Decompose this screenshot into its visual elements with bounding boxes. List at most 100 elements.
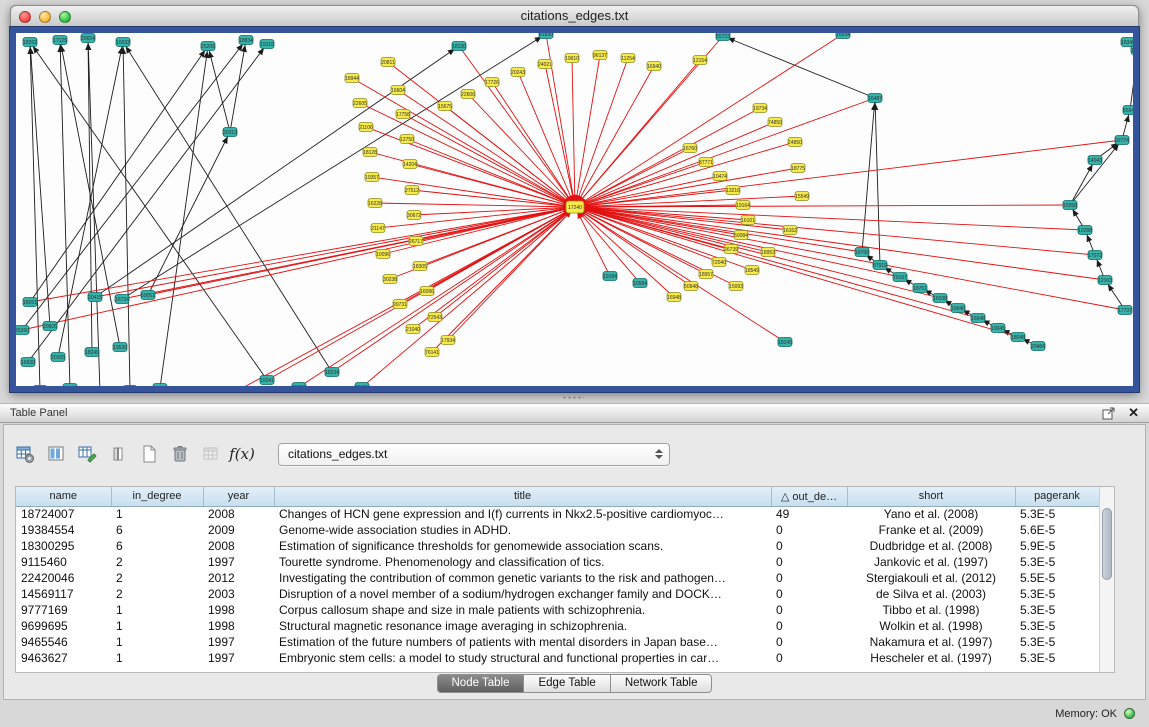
table-cell[interactable]: 19384554 [16,522,111,538]
table-cell[interactable]: 49 [771,506,847,522]
table-cell[interactable]: 5.3E-5 [1015,618,1099,634]
table-cell[interactable]: 2008 [203,506,274,522]
table-scrollbar[interactable] [1099,487,1114,672]
table-cell[interactable]: 0 [771,602,847,618]
table-cell[interactable]: 5.3E-5 [1015,650,1099,666]
table-cell[interactable]: 5.3E-5 [1015,554,1099,570]
table-cell[interactable]: 14569117 [16,586,111,602]
table-cell[interactable]: Dudbridge et al. (2008) [847,538,1015,554]
column-header-indegree[interactable]: in_degree [111,487,203,506]
show-columns-icon[interactable] [45,443,67,465]
table-cell[interactable]: 0 [771,554,847,570]
table-cell[interactable]: 6 [111,522,203,538]
column-header-short[interactable]: short [847,487,1015,506]
table-cell[interactable]: 0 [771,586,847,602]
show-rows-icon[interactable] [107,443,129,465]
table-cell[interactable]: 5.3E-5 [1015,634,1099,650]
table-cell[interactable]: Investigating the contribution of common… [274,570,771,586]
column-header-pagerank[interactable]: pagerank [1015,487,1099,506]
create-table-icon[interactable] [138,443,160,465]
table-source-select[interactable]: citations_edges.txt [278,443,670,466]
table-row[interactable]: 911546021997Tourette syndrome. Phenomeno… [16,554,1099,570]
table-cell[interactable]: Hescheler et al. (1997) [847,650,1015,666]
table-cell[interactable]: 5.9E-5 [1015,538,1099,554]
table-cell[interactable]: Disruption of a novel member of a sodium… [274,586,771,602]
table-cell[interactable]: 0 [771,618,847,634]
table-cell[interactable]: Estimation of the future numbers of pati… [274,634,771,650]
table-scrollbar-thumb[interactable] [1102,508,1112,580]
table-cell[interactable]: 9777169 [16,602,111,618]
table-cell[interactable]: Nakamura et al. (1997) [847,634,1015,650]
table-cell[interactable]: Stergiakouli et al. (2012) [847,570,1015,586]
table-cell[interactable]: 1997 [203,554,274,570]
table-row[interactable]: 2242004622012Investigating the contribut… [16,570,1099,586]
edit-table-icon[interactable] [76,443,98,465]
graph-node[interactable] [33,386,47,387]
float-panel-icon[interactable] [1102,406,1116,420]
table-cell[interactable]: Wolkin et al. (1998) [847,618,1015,634]
table-cell[interactable]: 2008 [203,538,274,554]
table-cell[interactable]: 18724007 [16,506,111,522]
splitter-grip-icon[interactable] [562,395,584,400]
table-cell[interactable]: de Silva et al. (2003) [847,586,1015,602]
table-cell[interactable]: Estimation of significance thresholds fo… [274,538,771,554]
table-cell[interactable]: Franke et al. (2009) [847,522,1015,538]
table-cell[interactable]: 5.3E-5 [1015,506,1099,522]
close-window-button[interactable] [19,11,31,23]
table-cell[interactable]: 2012 [203,570,274,586]
table-cell[interactable]: Tibbo et al. (1998) [847,602,1015,618]
network-window-titlebar[interactable]: citations_edges.txt [10,5,1139,27]
table-cell[interactable]: 9463627 [16,650,111,666]
table-cell[interactable]: Changes of HCN gene expression and I(f) … [274,506,771,522]
table-row[interactable]: 1938455462009Genome-wide association stu… [16,522,1099,538]
table-cell[interactable]: 1998 [203,602,274,618]
function-builder-icon[interactable]: f(x) [231,443,253,465]
attribute-table[interactable]: namein_degreeyeartitle△ out_de…shortpage… [16,487,1100,666]
table-cell[interactable]: 2003 [203,586,274,602]
table-cell[interactable]: 5.3E-5 [1015,586,1099,602]
table-row[interactable]: 1872400712008Changes of HCN gene express… [16,506,1099,522]
table-row[interactable]: 946554611997Estimation of the future num… [16,634,1099,650]
network-window[interactable]: citations_edges.txt 17240208111894416604… [10,5,1139,392]
table-cell[interactable]: Jankovic et al. (1997) [847,554,1015,570]
table-cell[interactable]: 2 [111,554,203,570]
table-cell[interactable]: 6 [111,538,203,554]
table-cell[interactable]: 1998 [203,618,274,634]
table-cell[interactable]: 2 [111,570,203,586]
table-cell[interactable]: 1 [111,634,203,650]
table-row[interactable]: 1830029562008Estimation of significance … [16,538,1099,554]
table-row[interactable]: 969969511998Structural magnetic resonanc… [16,618,1099,634]
column-header-name[interactable]: name [16,487,111,506]
table-cell[interactable]: 22420046 [16,570,111,586]
table-cell[interactable]: 1 [111,650,203,666]
table-cell[interactable]: 9699695 [16,618,111,634]
tab-node-table[interactable]: Node Table [437,674,525,693]
table-cell[interactable]: 0 [771,522,847,538]
close-panel-icon[interactable]: ✕ [1128,405,1139,421]
table-cell[interactable]: 0 [771,650,847,666]
table-row[interactable]: 977716911998Corpus callosum shape and si… [16,602,1099,618]
table-cell[interactable]: Yano et al. (2008) [847,506,1015,522]
table-settings-icon[interactable] [14,443,36,465]
network-graph-canvas[interactable]: 1724020811189441660422605177582110612750… [16,33,1133,386]
table-cell[interactable]: 9465546 [16,634,111,650]
import-table-icon[interactable] [200,443,222,465]
minimize-window-button[interactable] [39,11,51,23]
table-cell[interactable]: 1 [111,506,203,522]
column-header-outde[interactable]: △ out_de… [771,487,847,506]
table-cell[interactable]: 5.3E-5 [1015,602,1099,618]
tab-edge-table[interactable]: Edge Table [524,674,610,693]
table-cell[interactable]: Embryonic stem cells: a model to study s… [274,650,771,666]
table-cell[interactable]: 2 [111,586,203,602]
table-cell[interactable]: 0 [771,634,847,650]
delete-table-icon[interactable] [169,443,191,465]
table-cell[interactable]: 18300295 [16,538,111,554]
table-cell[interactable]: 5.6E-5 [1015,522,1099,538]
table-cell[interactable]: 1 [111,602,203,618]
column-header-year[interactable]: year [203,487,274,506]
column-header-title[interactable]: title [274,487,771,506]
table-cell[interactable]: 0 [771,538,847,554]
table-row[interactable]: 1456911722003Disruption of a novel membe… [16,586,1099,602]
table-cell[interactable]: Genome-wide association studies in ADHD. [274,522,771,538]
tab-network-table[interactable]: Network Table [611,674,713,693]
